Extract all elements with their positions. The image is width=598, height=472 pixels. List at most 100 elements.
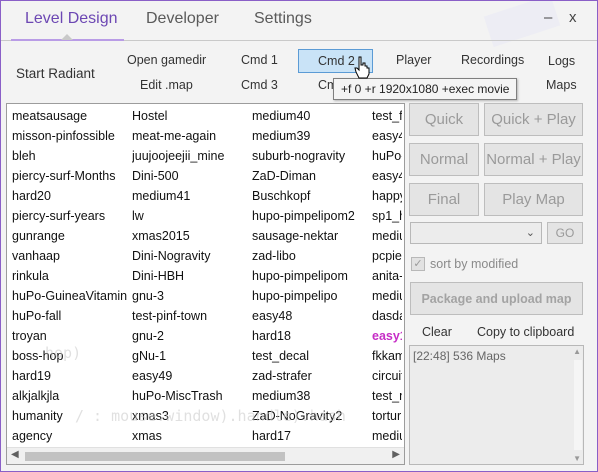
map-item[interactable]: alkjalkjla xyxy=(12,389,127,403)
cmd2-tooltip: +f 0 +r 1920x1080 +exec movie xyxy=(333,78,518,100)
clear-button[interactable]: Clear xyxy=(422,325,452,339)
map-item[interactable]: Buschkopf xyxy=(252,189,367,203)
map-item[interactable]: gNu-1 xyxy=(132,349,247,363)
map-item[interactable]: vanhaap xyxy=(12,249,127,263)
map-item[interactable]: huPo-GuineaVitamin xyxy=(12,289,127,303)
map-item[interactable]: medium41 xyxy=(132,189,247,203)
map-item[interactable]: xmas xyxy=(132,429,247,443)
final-button[interactable]: Final xyxy=(409,183,479,216)
map-item[interactable]: meat-me-again xyxy=(132,129,247,143)
map-list[interactable]: meatsausage misson-pinfossible bleh piercy-… xyxy=(6,103,405,465)
map-item[interactable]: medium40 xyxy=(252,109,367,123)
map-item[interactable]: Dini-Nogravity xyxy=(132,249,247,263)
close-button[interactable]: x xyxy=(569,9,577,26)
map-item[interactable]: xmas2015 xyxy=(132,229,247,243)
cmd1-button[interactable]: Cmd 1 xyxy=(241,53,278,67)
map-item[interactable]: test_decal xyxy=(252,349,367,363)
map-item[interactable]: rinkula xyxy=(12,269,127,283)
open-gamedir-button[interactable]: Open gamedir xyxy=(127,53,206,67)
map-item[interactable]: test_n xyxy=(372,389,402,403)
minimize-button[interactable]: – xyxy=(544,9,552,26)
normal-button[interactable]: Normal xyxy=(409,143,479,176)
map-item[interactable]: piercy-surf-Months xyxy=(12,169,127,183)
map-item[interactable]: dasda xyxy=(372,309,402,323)
map-item[interactable]: lw xyxy=(132,209,247,223)
map-item[interactable]: medium39 xyxy=(252,129,367,143)
map-item[interactable]: misson-pinfossible xyxy=(12,129,127,143)
map-item[interactable]: hard18 xyxy=(252,329,367,343)
map-item[interactable]: easy49 xyxy=(132,369,247,383)
map-item[interactable]: easy1 xyxy=(372,329,402,343)
map-item[interactable]: gunrange xyxy=(12,229,127,243)
cmd3-button[interactable]: Cmd 3 xyxy=(241,78,278,92)
map-item[interactable]: gnu-2 xyxy=(132,329,247,343)
scrollbar-thumb[interactable] xyxy=(25,452,285,461)
map-item[interactable]: medium38 xyxy=(252,389,367,403)
map-item[interactable]: Hostel xyxy=(132,109,247,123)
map-item[interactable]: suburb-nogravity xyxy=(252,149,367,163)
map-item[interactable]: easy4 xyxy=(372,169,402,183)
map-item[interactable]: huPo-MiscTrash xyxy=(132,389,247,403)
quick-button[interactable]: Quick xyxy=(409,103,479,136)
sort-by-modified-checkbox[interactable]: ✓ xyxy=(411,257,425,271)
recordings-button[interactable]: Recordings xyxy=(461,53,524,67)
map-item[interactable]: hupo-pimpelipom xyxy=(252,269,367,283)
map-item[interactable]: Dini-HBH xyxy=(132,269,247,283)
map-item[interactable]: hard17 xyxy=(252,429,367,443)
tab-level-design[interactable]: Level Design xyxy=(25,10,118,28)
map-item[interactable]: easy48 xyxy=(252,309,367,323)
map-item[interactable]: happy xyxy=(372,189,402,203)
map-item[interactable]: gnu-3 xyxy=(132,289,247,303)
map-item[interactable]: ZaD-Diman xyxy=(252,169,367,183)
tab-settings[interactable]: Settings xyxy=(254,10,312,28)
map-item[interactable]: mediu xyxy=(372,229,402,243)
horizontal-scrollbar[interactable]: ◀ ▶ xyxy=(7,447,404,464)
scroll-left-icon[interactable]: ◀ xyxy=(11,449,19,460)
map-item[interactable]: sp1_h xyxy=(372,209,402,223)
maps-button[interactable]: Maps xyxy=(546,78,577,92)
scroll-up-icon[interactable]: ▲ xyxy=(573,347,581,356)
package-upload-button[interactable]: Package and upload map xyxy=(410,282,583,315)
log-output[interactable]: [22:48] 536 Maps ▲ ▼ xyxy=(409,345,584,465)
map-item[interactable]: piercy-surf-years xyxy=(12,209,127,223)
scroll-right-icon[interactable]: ▶ xyxy=(392,449,400,460)
normal-play-button[interactable]: Normal + Play xyxy=(484,143,583,176)
map-item[interactable]: Dini-500 xyxy=(132,169,247,183)
map-item[interactable]: meatsausage xyxy=(12,109,127,123)
start-radiant-button[interactable]: Start Radiant xyxy=(16,66,95,81)
logs-button[interactable]: Logs xyxy=(548,54,575,68)
map-item[interactable]: hard20 xyxy=(12,189,127,203)
map-item[interactable]: pcpie- xyxy=(372,249,402,263)
map-select-dropdown[interactable]: ⌄ xyxy=(410,222,542,244)
quick-play-button[interactable]: Quick + Play xyxy=(484,103,583,136)
log-scrollbar[interactable] xyxy=(574,360,582,450)
map-item[interactable]: troyan xyxy=(12,329,127,343)
map-item[interactable]: circuit xyxy=(372,369,402,383)
map-item[interactable]: sausage-nektar xyxy=(252,229,367,243)
map-item[interactable]: fkkam xyxy=(372,349,402,363)
scroll-down-icon[interactable]: ▼ xyxy=(573,454,581,463)
map-item[interactable]: huPo- xyxy=(372,149,402,163)
copy-to-clipboard-button[interactable]: Copy to clipboard xyxy=(477,325,574,339)
map-item[interactable]: test-pinf-town xyxy=(132,309,247,323)
map-item[interactable]: zad-libo xyxy=(252,249,367,263)
map-item[interactable]: agency xyxy=(12,429,127,443)
map-item[interactable]: zad-strafer xyxy=(252,369,367,383)
map-item[interactable]: easy4 xyxy=(372,129,402,143)
edit-map-button[interactable]: Edit .map xyxy=(140,78,193,92)
map-item[interactable]: tortur xyxy=(372,409,402,423)
map-item[interactable]: juujoojeejii_mine xyxy=(132,149,247,163)
map-item[interactable]: huPo-fall xyxy=(12,309,127,323)
map-item[interactable]: hupo-pimpelipo xyxy=(252,289,367,303)
map-item[interactable]: hard19 xyxy=(12,369,127,383)
map-item[interactable]: anita- xyxy=(372,269,402,283)
player-button[interactable]: Player xyxy=(396,53,431,67)
map-item[interactable]: test_fo xyxy=(372,109,402,123)
tab-developer[interactable]: Developer xyxy=(146,10,219,28)
go-button[interactable]: GO xyxy=(547,222,583,244)
map-item[interactable]: mediu xyxy=(372,429,402,443)
map-item[interactable]: bleh xyxy=(12,149,127,163)
map-item[interactable]: hupo-pimpelipom2 xyxy=(252,209,367,223)
map-item[interactable]: mediu xyxy=(372,289,402,303)
play-map-button[interactable]: Play Map xyxy=(484,183,583,216)
